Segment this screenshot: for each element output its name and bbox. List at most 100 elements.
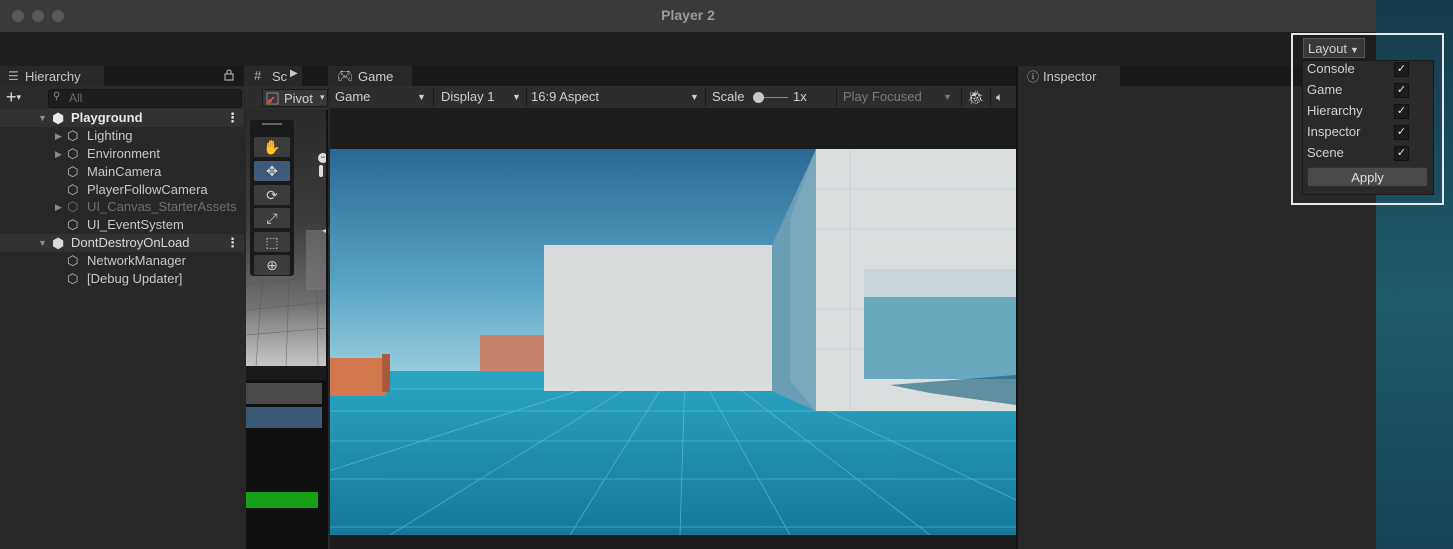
scene-tab-label: Sc — [272, 69, 288, 84]
gameobject-label: PlayerFollowCamera — [87, 182, 208, 197]
scene-tabbar-fill — [302, 66, 328, 86]
expand-arrow-icon[interactable]: ▶ — [55, 145, 62, 163]
transform-tool-icon[interactable]: ⊕ — [254, 255, 290, 275]
layout-dropdown-button[interactable]: Layout ▼ — [1303, 38, 1365, 58]
gameobject-cube-icon: ⬡ — [67, 128, 79, 143]
toolbar-divider — [990, 88, 991, 106]
aspect-label: 16:9 Aspect — [531, 89, 599, 104]
list-item[interactable]: ▶ ⬡ Environment — [0, 145, 244, 163]
gamepad-icon: 🎮︎ — [337, 68, 354, 83]
gameobject-cube-icon: ⬡ — [67, 182, 79, 197]
pivot-dropdown[interactable]: Pivot ▾ — [262, 89, 328, 107]
layout-button-label: Layout — [1308, 41, 1348, 56]
layout-item-inspector[interactable]: Inspector — [1307, 122, 1360, 142]
speaker-icon[interactable]: 🔈︎ — [996, 86, 1003, 108]
scene-checkbox[interactable]: ✓ — [1394, 146, 1409, 161]
play-mode-label: Play Focused — [843, 89, 922, 104]
game-tab-label: Game — [358, 69, 394, 84]
bug-icon[interactable]: 🐞︎ — [967, 86, 985, 108]
lock-icon[interactable] — [224, 69, 234, 81]
expand-arrow-icon[interactable]: ▶ — [55, 127, 62, 145]
list-item[interactable]: ⬡ PlayerFollowCamera — [0, 181, 244, 199]
play-mode-dropdown[interactable]: Play Focused ▼ — [843, 86, 957, 108]
gameobject-cube-icon: ⬡ — [67, 164, 79, 179]
layout-item-console[interactable]: Console — [1307, 59, 1355, 79]
gameobject-cube-icon: ⬡ — [67, 199, 79, 214]
list-item[interactable]: ⬡ NetworkManager — [0, 252, 244, 270]
unity-scene-icon: ⬢ — [52, 235, 65, 251]
rect-tool-icon[interactable]: ⬚ — [254, 232, 290, 252]
inspector-tab[interactable]: ⓘ Inspector — [1018, 66, 1120, 86]
console-checkbox[interactable]: ✓ — [1394, 62, 1409, 77]
gameobject-cube-icon: ⬡ — [67, 146, 79, 161]
chevron-down-icon: ▼ — [943, 92, 952, 102]
list-item[interactable]: ▶ ⬡ UI_Canvas_StarterAssets — [0, 198, 244, 216]
hierarchy-search-input[interactable]: ⚲ All — [48, 89, 242, 108]
gameobject-cube-icon: ⬡ — [67, 217, 79, 232]
list-icon: ☰ — [8, 69, 19, 83]
layout-item-scene[interactable]: Scene — [1307, 143, 1344, 163]
scale-value: 1x — [793, 89, 807, 104]
chevron-right-icon[interactable]: ▶ — [290, 68, 298, 79]
gameobject-label: [Debug Updater] — [87, 271, 183, 286]
more-options-icon[interactable]: ⋮ — [226, 234, 239, 252]
list-item[interactable]: ⬡ UI_EventSystem — [0, 216, 244, 234]
layout-item-game[interactable]: Game — [1307, 80, 1342, 100]
panel-divider[interactable] — [326, 110, 328, 549]
pivot-icon — [266, 92, 279, 105]
unity-scene-icon: ⬢ — [52, 110, 65, 126]
expand-arrow-icon[interactable]: ▼ — [38, 109, 47, 127]
scene-name: DontDestroyOnLoad — [71, 235, 190, 250]
toolbar-divider — [433, 88, 434, 106]
toolbar-divider — [705, 88, 706, 106]
expand-arrow-icon[interactable]: ▶ — [55, 198, 62, 216]
scene-name: Playground — [71, 110, 143, 125]
list-item[interactable]: ⬡ [Debug Updater] — [0, 270, 244, 288]
hand-tool-icon[interactable]: ✋ — [254, 137, 290, 157]
gameobject-label: MainCamera — [87, 164, 162, 179]
gameobject-label: Environment — [87, 146, 160, 161]
scene-ui-block — [246, 383, 322, 404]
inspector-tab-label: Inspector — [1043, 69, 1097, 84]
inspector-checkbox[interactable]: ✓ — [1394, 125, 1409, 140]
scale-slider-handle[interactable] — [753, 92, 764, 103]
scale-label: Scale — [712, 89, 745, 104]
display-dropdown[interactable]: Display 1 ▼ — [441, 86, 525, 108]
move-tool-icon[interactable]: ✥ — [254, 161, 290, 181]
layout-item-hierarchy[interactable]: Hierarchy — [1307, 101, 1363, 121]
aspect-dropdown[interactable]: 16:9 Aspect ▼ — [531, 86, 703, 108]
display-label: Display 1 — [441, 89, 495, 104]
scene-green-bar — [246, 492, 318, 508]
gameobject-label: UI_Canvas_StarterAssets — [87, 199, 237, 214]
hierarchy-checkbox[interactable]: ✓ — [1394, 104, 1409, 119]
letterbox-top — [330, 108, 1016, 149]
scene-row-playground[interactable]: ▼ ⬢ Playground ⋮ — [0, 109, 244, 127]
info-icon: ⓘ — [1027, 70, 1040, 84]
list-item[interactable]: ⬡ MainCamera — [0, 163, 244, 181]
gameobject-label: NetworkManager — [87, 253, 186, 268]
rotate-tool-icon[interactable]: ⟳ — [254, 185, 290, 205]
toolbar-divider — [836, 88, 837, 106]
hierarchy-tab[interactable]: ☰ Hierarchy — [0, 66, 104, 86]
more-options-icon[interactable]: ⋮ — [226, 109, 239, 127]
letterbox-bottom — [330, 535, 1016, 549]
game-viewport[interactable] — [330, 149, 1016, 535]
search-icon: ⚲ — [53, 91, 61, 102]
scene-strip — [246, 366, 328, 380]
toolbar-divider — [526, 88, 527, 106]
expand-arrow-icon[interactable]: ▼ — [38, 234, 47, 252]
apply-button[interactable]: Apply — [1307, 167, 1428, 187]
scene-row-dontdestroyonload[interactable]: ▼ ⬢ DontDestroyOnLoad ⋮ — [0, 234, 244, 252]
window-title: Player 2 — [661, 7, 715, 23]
scene-gizmo-handle — [319, 165, 323, 177]
game-checkbox[interactable]: ✓ — [1394, 83, 1409, 98]
game-tab[interactable]: 🎮︎ Game — [330, 66, 412, 86]
add-button[interactable]: +▾ — [6, 88, 21, 106]
list-item[interactable]: ▶ ⬡ Lighting — [0, 127, 244, 145]
toolbar-divider — [961, 88, 962, 106]
scale-tool-icon[interactable]: ⤢ — [254, 208, 290, 228]
game-mode-dropdown[interactable]: Game ▼ — [335, 86, 431, 108]
scene-ui-block — [246, 407, 322, 428]
hierarchy-tabbar-fill — [104, 66, 244, 86]
drag-handle[interactable] — [262, 123, 282, 125]
